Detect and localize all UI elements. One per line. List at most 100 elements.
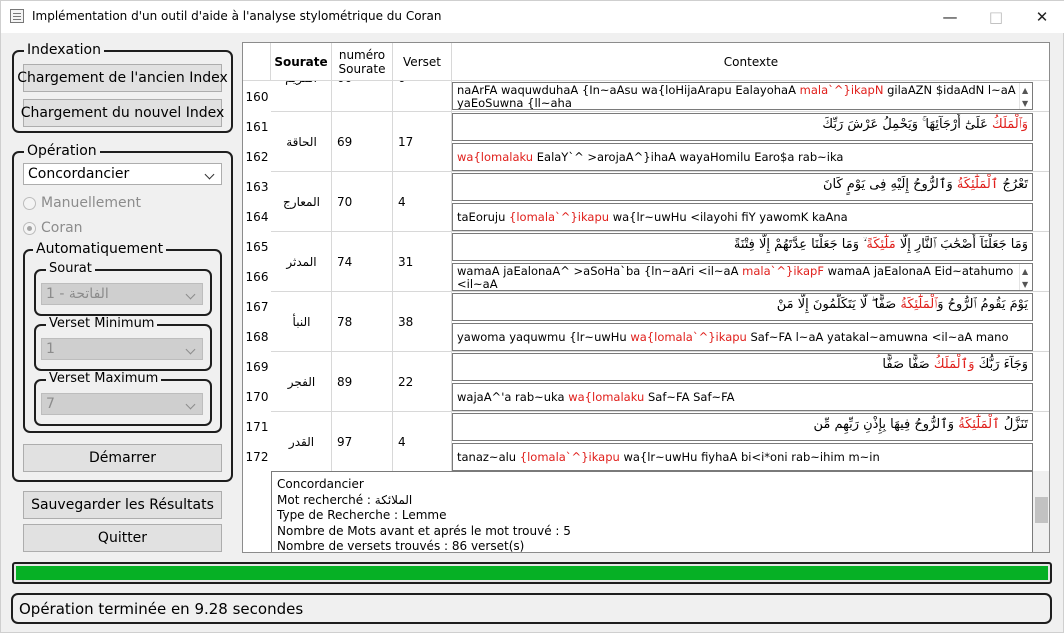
highlight-word: {lomala`^}ikapu	[509, 210, 610, 224]
app-window: Implémentation d'un outil d'aide à l'ana…	[0, 0, 1064, 633]
arabic-before: تَنَزَّلُ	[999, 417, 1028, 432]
window-title: Implémentation d'un outil d'aide à l'ana…	[32, 9, 442, 23]
header-num-sourate[interactable]: numéro Sourate	[332, 43, 393, 81]
arabic-before: وَمَا جَعَلْنَآ أَصْحَٰبَ ٱلنَّارِ إِلَّ…	[895, 237, 1028, 252]
table-scrollbar[interactable]	[1033, 471, 1049, 552]
arabic-before: تَعْرُجُ	[998, 177, 1028, 192]
sourate-cell: الفجر	[271, 352, 332, 412]
status-bar: Opération terminée en 9.28 secondes	[11, 593, 1052, 624]
maximize-button[interactable]: □	[973, 1, 1019, 32]
header-sourate[interactable]: Sourate	[271, 43, 332, 81]
info-line: Concordancier	[277, 477, 364, 491]
latin-continued: yaEoSuwna {ll~aha	[457, 96, 572, 110]
arabic-after: عَلَىٰٓ أَرْجَآئِهَا ۚ وَيَحْمِلُ عَرْشَ…	[822, 117, 992, 132]
verset-max-title: Verset Maximum	[46, 371, 162, 386]
latin-context-textbox[interactable]: wamaA jaEalonaA^ >aSoHa`ba {ln~aAri <il~…	[452, 263, 1033, 291]
row-number: 169	[243, 352, 271, 382]
radio-circle-icon	[23, 196, 36, 210]
chevron-down-icon	[185, 399, 196, 410]
search-info-box[interactable]: Concordancier Mot recherché : الملائكة T…	[271, 471, 1033, 552]
progress-fill	[16, 566, 1048, 580]
highlight-word: ٱلْمَلَٰٓئِكَةُ	[900, 297, 938, 312]
verset-min-value: 1	[46, 341, 55, 357]
close-button[interactable]: ✕	[1019, 1, 1064, 32]
row-number: 160	[243, 82, 271, 112]
latin-context-textbox[interactable]: taEoruju {lomala`^}ikapu wa{lr~uwHu <ila…	[452, 203, 1033, 231]
row-number: 162	[243, 142, 271, 172]
highlight-word: مَلَٰٓئِكَةً	[866, 237, 896, 252]
radio-checked-icon	[23, 221, 36, 235]
manual-radio[interactable]: Manuellement	[23, 195, 141, 211]
highlight-word: وَٱلْمَلَكُ	[933, 357, 975, 372]
latin-context-textbox[interactable]: naArFA waquwduhaA {In~aAsu wa{loHijaArap…	[452, 82, 1033, 110]
highlight-word: mala`^}ikapF	[742, 264, 824, 278]
verset-cell: 38	[393, 292, 452, 352]
latin-context-textbox[interactable]: wajaA^'a rab~uka wa{lomalaku Saf~FA Saf~…	[452, 383, 1033, 411]
arabic-context-textbox[interactable]: تَعْرُجُ ٱلْمَلَٰٓئِكَةُ وَٱلرُّوحُ إِلَ…	[452, 173, 1033, 201]
num-sourate-cell: 78	[332, 292, 393, 352]
info-line: Nombre de Mots avant et aprés le mot tro…	[277, 523, 571, 538]
highlight-word: {lomala`^}ikapu	[519, 450, 620, 464]
latin-before: tanaz~alu	[457, 450, 520, 464]
arabic-context-textbox[interactable]: وَٱلْمَلَكُ عَلَىٰٓ أَرْجَآئِهَا ۚ وَيَح…	[452, 113, 1033, 141]
sourat-select-value: 1 - الفاتحة	[46, 286, 109, 302]
verset-min-select[interactable]: 1	[41, 338, 203, 360]
arabic-after: وَٱلرُّوحُ فِيهَا بِإِذْنِ رَبِّهِم مِّن	[813, 417, 959, 432]
quit-button[interactable]: Quitter	[23, 524, 222, 552]
latin-context-textbox[interactable]: tanaz~alu {lomala`^}ikapu wa{lr~uwHu fiy…	[452, 443, 1033, 471]
sourate-cell: المدثر	[271, 232, 332, 292]
verset-cell: 17	[393, 112, 452, 172]
header-verset[interactable]: Verset	[393, 43, 452, 81]
num-sourate-cell: 69	[332, 112, 393, 172]
latin-after: wa{lr~uwHu fiyhaA bi<i*oni rab~ihim m~in	[619, 450, 880, 464]
latin-context-textbox[interactable]: wa{lomalaku EalaY`^ >arojaA^}ihaA wayaHo…	[452, 143, 1033, 171]
sourate-cell: النبأ	[271, 292, 332, 352]
sourate-cell: المعارج	[271, 172, 332, 232]
row-number: 163	[243, 172, 271, 202]
latin-context-textbox[interactable]: yawoma yaquwmu {lr~uwHu wa{lomala`^}ikap…	[452, 323, 1033, 351]
start-button[interactable]: Démarrer	[23, 444, 222, 472]
info-line: Type de Recherche : Lemme	[277, 508, 447, 522]
progress-bar	[12, 562, 1052, 584]
results-table: 160 المريم 00 0 naArFA waquwduhaA {In~aA…	[242, 42, 1050, 553]
highlight-word: ٱلْمَلَٰٓئِكَةُ	[956, 177, 999, 192]
operation-title: Opération	[24, 143, 100, 159]
minimize-button[interactable]: —	[927, 1, 973, 32]
row-number: 167	[243, 292, 271, 322]
arabic-context-textbox[interactable]: وَجَآءَ رَبُّكَ وَٱلْمَلَكُ صَفًّا صَفًّ…	[452, 353, 1033, 381]
verset-max-value: 7	[46, 396, 55, 412]
row-number: 170	[243, 382, 271, 412]
scrollbar-thumb[interactable]	[1035, 497, 1048, 523]
corner-header	[243, 43, 271, 81]
row-number: 165	[243, 232, 271, 262]
row-number: 166	[243, 262, 271, 292]
load-new-index-button[interactable]: Chargement du nouvel Index	[21, 99, 224, 127]
save-results-button[interactable]: Sauvegarder les Résultats	[23, 491, 222, 519]
arabic-after: صَفًّا صَفًّا	[882, 357, 934, 372]
row-number: 168	[243, 322, 271, 352]
manual-radio-label: Manuellement	[41, 195, 142, 211]
latin-after: Saf~FA l~aA yatakal~amuwna <il~aA mano	[746, 330, 1009, 344]
operation-select[interactable]: Concordancier	[23, 163, 222, 185]
arabic-context-textbox[interactable]: تَنَزَّلُ ٱلْمَلَٰٓئِكَةُ وَٱلرُّوحُ فِي…	[452, 413, 1033, 441]
arabic-context-textbox[interactable]: وَمَا جَعَلْنَآ أَصْحَٰبَ ٱلنَّارِ إِلَّ…	[452, 233, 1033, 261]
sourat-select[interactable]: 1 - الفاتحة	[41, 283, 203, 305]
header-contexte[interactable]: Contexte	[452, 43, 1049, 81]
latin-after: EalaY`^ >arojaA^}ihaA wayaHomilu Earo$a …	[533, 150, 844, 164]
sourat-title: Sourat	[46, 261, 95, 276]
load-old-index-button[interactable]: Chargement de l'ancien Index	[17, 64, 228, 92]
textbox-scrollbar[interactable]: ▲ ▼	[1019, 264, 1032, 290]
coran-radio[interactable]: Coran	[23, 220, 83, 236]
arabic-context-textbox[interactable]: يَوْمَ يَقُومُ ٱلرُّوحُ وَٱلْمَلَٰٓئِكَة…	[452, 293, 1033, 321]
latin-after: wa{lr~uwHu <ilayohi fiY yawomK kaAna	[609, 210, 848, 224]
verset-cell: 4	[393, 172, 452, 232]
arabic-after: وَٱلرُّوحُ إِلَيْهِ فِى يَوْمٍ كَانَ	[822, 177, 957, 192]
arabic-before: يَوْمَ يَقُومُ ٱلرُّوحُ وَ	[937, 297, 1028, 312]
verset-max-select[interactable]: 7	[41, 393, 203, 415]
textbox-scrollbar[interactable]: ▲ ▼	[1019, 83, 1032, 109]
latin-before: wamaA jaEalonaA^ >aSoHa`ba {ln~aAri <il~…	[457, 264, 743, 278]
indexation-title: Indexation	[24, 42, 104, 58]
sourate-cell: القدر	[271, 412, 332, 472]
info-line: Mot recherché : الملائكة	[277, 492, 413, 507]
highlight-word: wa{lomalaku	[457, 150, 534, 164]
